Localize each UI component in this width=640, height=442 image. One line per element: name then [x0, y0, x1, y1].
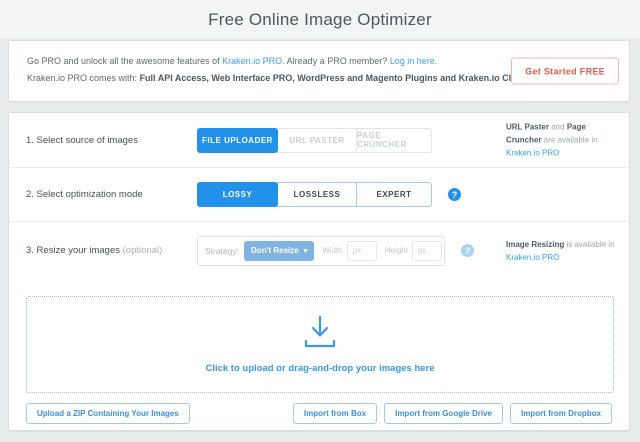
dropzone-label: Click to upload or drag-and-drop your im… [205, 363, 434, 374]
lossy-button[interactable]: LOSSY [197, 182, 278, 207]
strategy-label: Strategy: [205, 246, 239, 256]
page-title: Free Online Image Optimizer [0, 0, 640, 30]
step3-pro-note: Image Resizing is available in Kraken.io… [506, 238, 620, 264]
source-button-group: FILE UPLOADER URL PASTER PAGE CRUNCHER [197, 128, 432, 153]
upload-zip-button[interactable]: Upload a ZIP Containing Your Images [26, 403, 190, 424]
get-started-free-button[interactable]: Get Started FREE [511, 58, 619, 85]
step3-label-text: 3. Resize your images [26, 245, 120, 256]
banner-text-segment: Already a PRO member? [287, 56, 388, 66]
step2-label: 2. Select optimization mode [26, 189, 197, 200]
resize-strategy-dropdown: Don't Resize ▾ [244, 241, 314, 261]
width-label: Width [322, 246, 342, 255]
banner-text-segment: Go PRO and unlock all the awesome featur… [27, 56, 220, 66]
note-feature-name: Image Resizing [506, 240, 564, 249]
step1-label: 1. Select source of images [26, 135, 197, 146]
step1-row: 1. Select source of images FILE UPLOADER… [9, 113, 629, 167]
step3-row: 3. Resize your images (optional) Strateg… [9, 222, 629, 279]
download-arrow-icon [302, 315, 338, 353]
url-paster-button[interactable]: URL PASTER [277, 128, 357, 153]
kraken-pro-link[interactable]: Kraken.io PRO [506, 149, 559, 158]
mode-button-group: LOSSY LOSSLESS EXPERT [197, 182, 432, 207]
import-from-dropbox-button[interactable]: Import from Dropbox [510, 403, 612, 424]
pro-banner-line1: Go PRO and unlock all the awesome featur… [27, 53, 566, 70]
banner-text-segment: Kraken.io PRO comes with: [27, 73, 137, 83]
note-text: and [551, 123, 564, 132]
kraken-pro-link[interactable]: Kraken.io PRO. [222, 56, 285, 66]
resize-help-icon[interactable]: ? [461, 244, 474, 257]
import-button-group: Import from Box Import from Google Drive… [293, 403, 612, 424]
note-text: are available in [544, 136, 598, 145]
chevron-down-icon: ▾ [304, 247, 308, 255]
height-label: Height [385, 246, 408, 255]
page-cruncher-button[interactable]: PAGE CRUNCHER [356, 128, 432, 153]
import-from-google-drive-button[interactable]: Import from Google Drive [384, 403, 503, 424]
height-input [412, 241, 442, 261]
footer-actions: Upload a ZIP Containing Your Images Impo… [26, 403, 612, 424]
pro-banner-text: Go PRO and unlock all the awesome featur… [27, 53, 566, 87]
file-uploader-button[interactable]: FILE UPLOADER [197, 128, 278, 153]
note-text: is available in [566, 240, 614, 249]
mode-help-icon[interactable]: ? [448, 188, 461, 201]
optimizer-panel: 1. Select source of images FILE UPLOADER… [8, 112, 630, 431]
step3-label: 3. Resize your images (optional) [26, 245, 197, 256]
width-input [347, 241, 377, 261]
resize-strategy-box: Strategy: Don't Resize ▾ Width Height [197, 236, 445, 266]
note-feature-name: URL Paster [506, 123, 549, 132]
banner-features-text: Full API Access, Web Interface PRO, Word… [140, 73, 567, 83]
login-link[interactable]: Log in here. [390, 56, 438, 66]
step2-row: 2. Select optimization mode LOSSY LOSSLE… [9, 168, 629, 221]
step1-pro-note: URL Paster and Page Cruncher are availab… [506, 121, 620, 160]
page-header: Free Online Image Optimizer [0, 0, 640, 38]
step3-optional-text: (optional) [123, 245, 163, 256]
strategy-selected-value: Don't Resize [251, 246, 299, 255]
lossless-button[interactable]: LOSSLESS [277, 182, 357, 207]
upload-dropzone[interactable]: Click to upload or drag-and-drop your im… [26, 296, 614, 393]
pro-banner-line2: Kraken.io PRO comes with: Full API Acces… [27, 70, 566, 87]
import-from-box-button[interactable]: Import from Box [293, 403, 377, 424]
kraken-pro-link[interactable]: Kraken.io PRO [506, 253, 559, 262]
pro-banner: Go PRO and unlock all the awesome featur… [8, 40, 630, 102]
expert-button[interactable]: EXPERT [356, 182, 432, 207]
